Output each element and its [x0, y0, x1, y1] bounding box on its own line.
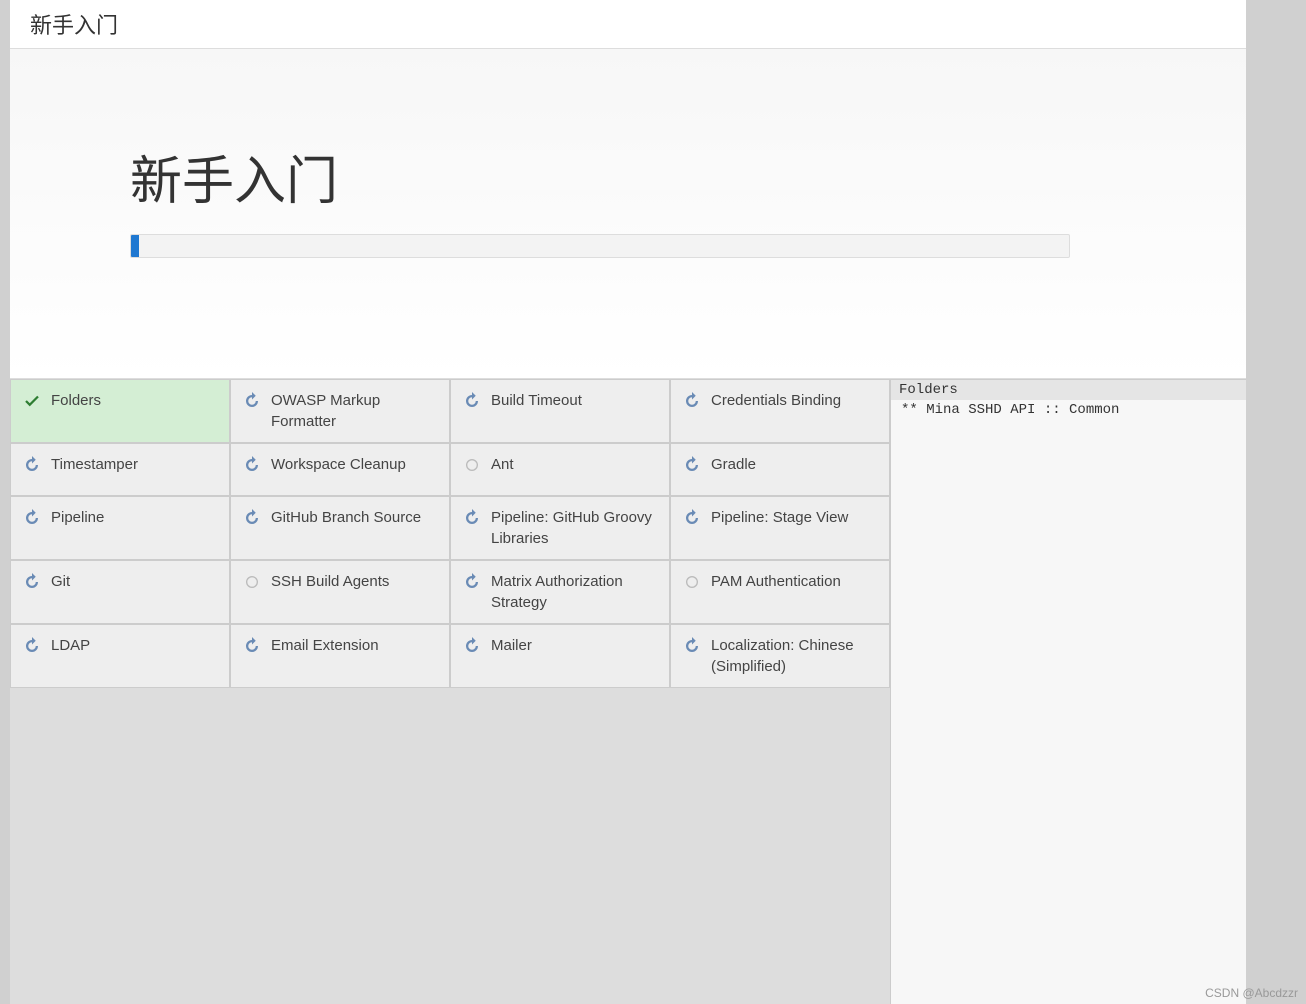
- plugin-cell: GitHub Branch Source: [230, 496, 450, 560]
- plugin-label: Folders: [51, 390, 101, 411]
- plugin-cell: Build Timeout: [450, 379, 670, 443]
- plugin-label: PAM Authentication: [711, 571, 841, 592]
- check-icon: [23, 392, 41, 410]
- plugin-status-icon: [463, 392, 481, 410]
- plugin-label: Mailer: [491, 635, 532, 656]
- refresh-icon: [243, 392, 261, 410]
- refresh-icon: [683, 637, 701, 655]
- main-container: 新手入门 新手入门 Folders OWASP Markup Formatter B…: [10, 0, 1246, 1004]
- plugin-status-icon: [243, 509, 261, 527]
- plugin-status-icon: [243, 637, 261, 655]
- plugin-label: Pipeline: [51, 507, 104, 528]
- plugin-status-icon: [243, 456, 261, 474]
- plugin-cell: Pipeline: GitHub Groovy Libraries: [450, 496, 670, 560]
- plugin-cell: Git: [10, 560, 230, 624]
- refresh-icon: [23, 456, 41, 474]
- plugin-status-icon: [243, 573, 261, 591]
- plugin-label: Localization: Chinese (Simplified): [711, 635, 877, 677]
- plugin-label: Timestamper: [51, 454, 138, 475]
- plugin-cell: PAM Authentication: [670, 560, 890, 624]
- plugin-status-icon: [463, 637, 481, 655]
- plugin-status-icon: [23, 637, 41, 655]
- plugin-label: Pipeline: GitHub Groovy Libraries: [491, 507, 657, 549]
- plugin-label: Pipeline: Stage View: [711, 507, 848, 528]
- progress-bar: [130, 234, 1070, 258]
- refresh-icon: [463, 637, 481, 655]
- plugin-label: Credentials Binding: [711, 390, 841, 411]
- plugin-status-icon: [23, 456, 41, 474]
- hero-section: 新手入门: [10, 49, 1246, 379]
- plugin-cell: OWASP Markup Formatter: [230, 379, 450, 443]
- hero-title: 新手入门: [130, 139, 1126, 214]
- plugin-label: SSH Build Agents: [271, 571, 389, 592]
- plugin-cell: Gradle: [670, 443, 890, 496]
- plugin-status-icon: [683, 573, 701, 591]
- plugin-status-icon: [23, 392, 41, 410]
- plugin-label: Build Timeout: [491, 390, 582, 411]
- plugin-label: Matrix Authorization Strategy: [491, 571, 657, 613]
- refresh-icon: [23, 509, 41, 527]
- plugin-label: Git: [51, 571, 70, 592]
- plugin-status-icon: [683, 392, 701, 410]
- refresh-icon: [463, 392, 481, 410]
- plugin-cell: Pipeline: [10, 496, 230, 560]
- plugin-status-icon: [683, 509, 701, 527]
- plugin-label: LDAP: [51, 635, 90, 656]
- plugin-label: Workspace Cleanup: [271, 454, 406, 475]
- watermark: CSDN @Abcdzzr: [1205, 986, 1298, 1000]
- plugin-status-icon: [463, 509, 481, 527]
- plugin-status-icon: [683, 456, 701, 474]
- plugin-label: GitHub Branch Source: [271, 507, 421, 528]
- plugin-grid: Folders OWASP Markup Formatter Build Timeo…: [10, 379, 890, 1004]
- refresh-icon: [683, 509, 701, 527]
- plugin-status-icon: [23, 573, 41, 591]
- top-bar: 新手入门: [10, 0, 1246, 49]
- circle-icon: [684, 574, 700, 590]
- plugin-cell: SSH Build Agents: [230, 560, 450, 624]
- plugin-cell: Folders: [10, 379, 230, 443]
- refresh-icon: [243, 456, 261, 474]
- plugin-cell: Email Extension: [230, 624, 450, 688]
- plugin-cell: Timestamper: [10, 443, 230, 496]
- refresh-icon: [683, 392, 701, 410]
- plugin-cell: LDAP: [10, 624, 230, 688]
- refresh-icon: [23, 573, 41, 591]
- content-row: Folders OWASP Markup Formatter Build Timeo…: [10, 379, 1246, 1004]
- plugin-status-icon: [23, 509, 41, 527]
- plugin-cell: Localization: Chinese (Simplified): [670, 624, 890, 688]
- plugin-cell: Ant: [450, 443, 670, 496]
- progress-bar-fill: [131, 235, 139, 257]
- plugin-cell: Pipeline: Stage View: [670, 496, 890, 560]
- plugin-status-icon: [243, 392, 261, 410]
- refresh-icon: [243, 637, 261, 655]
- plugin-cell: Mailer: [450, 624, 670, 688]
- plugin-label: Email Extension: [271, 635, 379, 656]
- circle-icon: [244, 574, 260, 590]
- refresh-icon: [463, 509, 481, 527]
- top-bar-title: 新手入门: [30, 8, 1226, 40]
- plugin-cell: Matrix Authorization Strategy: [450, 560, 670, 624]
- plugin-cell: Workspace Cleanup: [230, 443, 450, 496]
- side-panel-header: Folders: [891, 380, 1246, 400]
- side-panel-line: ** Mina SSHD API :: Common: [901, 402, 1236, 418]
- plugin-status-icon: [463, 456, 481, 474]
- plugin-status-icon: [683, 637, 701, 655]
- refresh-icon: [243, 509, 261, 527]
- circle-icon: [464, 457, 480, 473]
- plugin-label: Gradle: [711, 454, 756, 475]
- refresh-icon: [463, 573, 481, 591]
- plugin-label: OWASP Markup Formatter: [271, 390, 437, 432]
- plugin-cell: Credentials Binding: [670, 379, 890, 443]
- plugin-status-icon: [463, 573, 481, 591]
- side-panel: Folders ** Mina SSHD API :: Common: [890, 379, 1246, 1004]
- refresh-icon: [683, 456, 701, 474]
- plugin-label: Ant: [491, 454, 514, 475]
- refresh-icon: [23, 637, 41, 655]
